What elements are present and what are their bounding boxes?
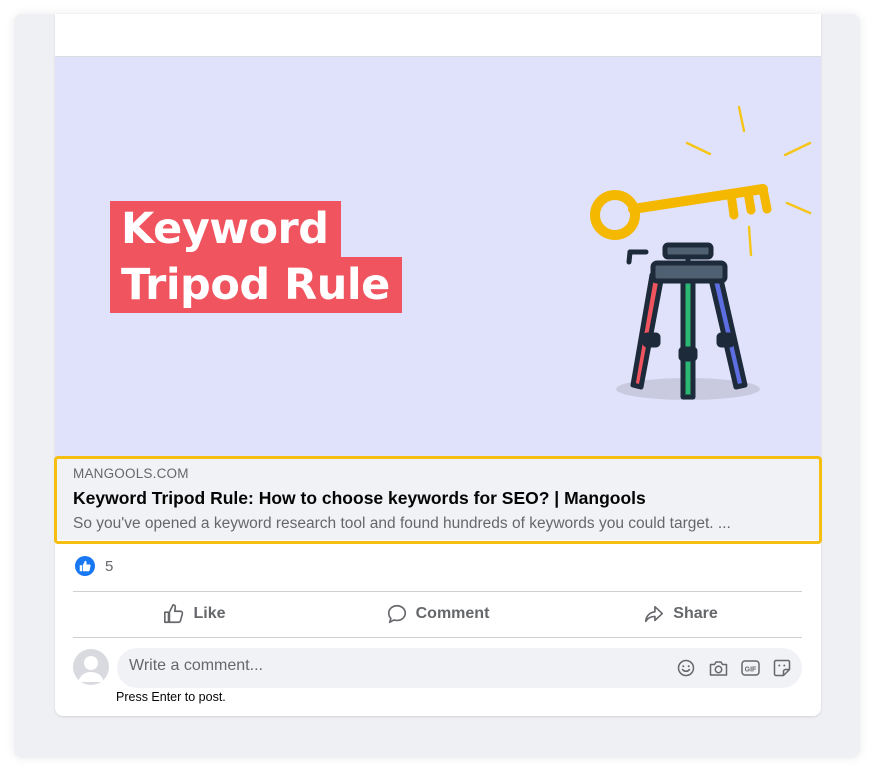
link-domain: MANGOOLS.COM bbox=[73, 466, 189, 481]
avatar[interactable] bbox=[73, 649, 109, 685]
image-headline-line-1: Keyword bbox=[110, 201, 341, 257]
svg-text:GIF: GIF bbox=[744, 666, 756, 673]
like-label: Like bbox=[193, 605, 226, 622]
comment-box[interactable]: GIF bbox=[117, 648, 802, 688]
composer-hint: Press Enter to post. bbox=[116, 690, 226, 704]
camera-icon[interactable] bbox=[708, 658, 728, 678]
like-reaction-icon bbox=[75, 556, 95, 576]
emoji-icon[interactable] bbox=[676, 658, 696, 678]
comment-label: Comment bbox=[415, 605, 490, 622]
thumbs-up-icon bbox=[164, 604, 184, 624]
image-headline-line-2: Tripod Rule bbox=[110, 257, 402, 313]
comment-input[interactable] bbox=[129, 657, 529, 675]
share-button[interactable]: Share bbox=[559, 592, 802, 636]
reactions-summary[interactable]: 5 bbox=[75, 556, 113, 576]
key-tripod-illustration bbox=[590, 105, 812, 400]
sticker-icon[interactable] bbox=[772, 658, 792, 678]
comment-composer: GIF bbox=[73, 648, 802, 688]
key-icon bbox=[590, 184, 772, 240]
link-description: So you've opened a keyword research tool… bbox=[73, 515, 731, 532]
spark-lines bbox=[685, 105, 812, 257]
comment-bubble-icon bbox=[387, 604, 406, 624]
tripod-icon bbox=[626, 242, 748, 400]
link-title[interactable]: Keyword Tripod Rule: How to choose keywo… bbox=[73, 488, 646, 509]
gif-icon[interactable]: GIF bbox=[740, 658, 760, 678]
reaction-count: 5 bbox=[105, 557, 114, 575]
link-preview-image[interactable]: Keyword Tripod Rule bbox=[55, 57, 821, 457]
feed-post: Keyword Tripod Rule MANGOOLS.COM Keyword… bbox=[54, 14, 822, 716]
image-headline: Keyword Tripod Rule bbox=[110, 201, 402, 313]
share-arrow-icon bbox=[645, 605, 664, 623]
divider bbox=[73, 637, 802, 638]
post-actions: Like Comment Share bbox=[73, 592, 802, 636]
like-button[interactable]: Like bbox=[73, 592, 316, 636]
post-header bbox=[55, 14, 821, 57]
default-avatar-icon bbox=[78, 656, 104, 682]
share-label: Share bbox=[673, 605, 718, 622]
comment-button[interactable]: Comment bbox=[316, 592, 559, 636]
composer-icons: GIF bbox=[676, 658, 792, 678]
